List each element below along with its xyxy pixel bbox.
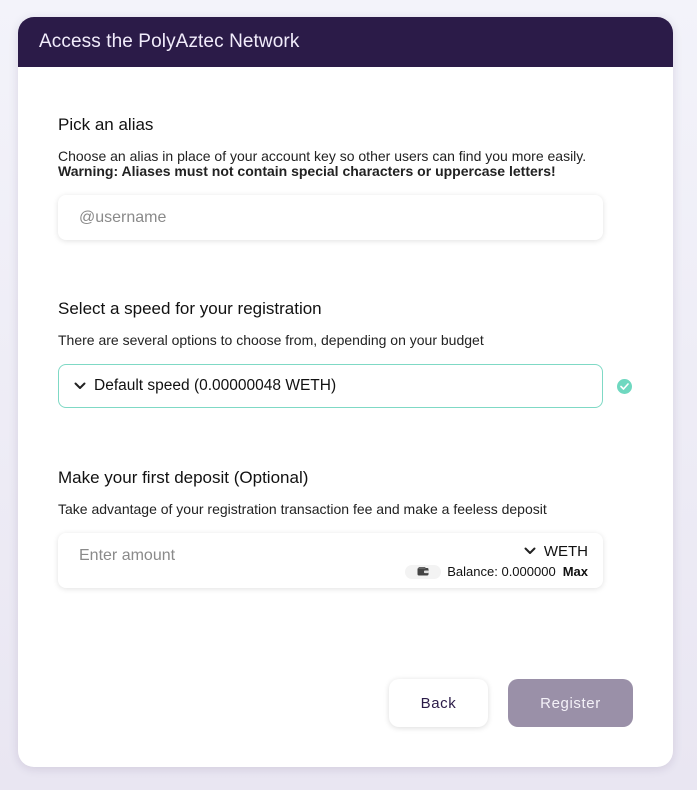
alias-title: Pick an alias: [58, 115, 154, 134]
register-button[interactable]: Register: [508, 679, 633, 727]
speed-select[interactable]: Default speed (0.00000048 WETH): [58, 364, 603, 408]
deposit-description: Take advantage of your registration tran…: [58, 501, 547, 517]
speed-section: Select a speed for your registration The…: [58, 299, 618, 348]
deposit-title: Make your first deposit (Optional): [58, 468, 309, 487]
alias-warning: Warning: Aliases must not contain specia…: [58, 163, 556, 179]
balance-label: Balance: 0.000000: [447, 564, 556, 579]
deposit-field: WETH Balance: 0.000000 Max: [58, 533, 603, 588]
alias-description: Choose an alias in place of your account…: [58, 149, 618, 179]
registration-card: Access the PolyAztec Network Pick an ali…: [18, 17, 673, 767]
currency-select[interactable]: WETH: [524, 541, 588, 561]
alias-description-text: Choose an alias in place of your account…: [58, 148, 587, 164]
page-title: Access the PolyAztec Network: [39, 31, 300, 52]
deposit-section: Make your first deposit (Optional) Take …: [58, 468, 618, 517]
check-icon: [617, 379, 632, 394]
balance-row: Balance: 0.000000 Max: [405, 564, 588, 579]
speed-title: Select a speed for your registration: [58, 299, 322, 318]
alias-input[interactable]: [79, 195, 499, 240]
alias-field[interactable]: [58, 195, 603, 240]
chevron-down-icon: [524, 541, 536, 561]
max-button[interactable]: Max: [563, 564, 588, 579]
wallet-icon: [405, 564, 442, 579]
back-button[interactable]: Back: [389, 679, 488, 727]
chevron-down-icon: [70, 376, 90, 396]
currency-label: WETH: [543, 542, 588, 560]
card-header: Access the PolyAztec Network: [18, 17, 673, 67]
speed-description: There are several options to choose from…: [58, 332, 484, 348]
alias-section: Pick an alias Choose an alias in place o…: [58, 115, 618, 179]
speed-selected-value: Default speed (0.00000048 WETH): [94, 377, 337, 394]
